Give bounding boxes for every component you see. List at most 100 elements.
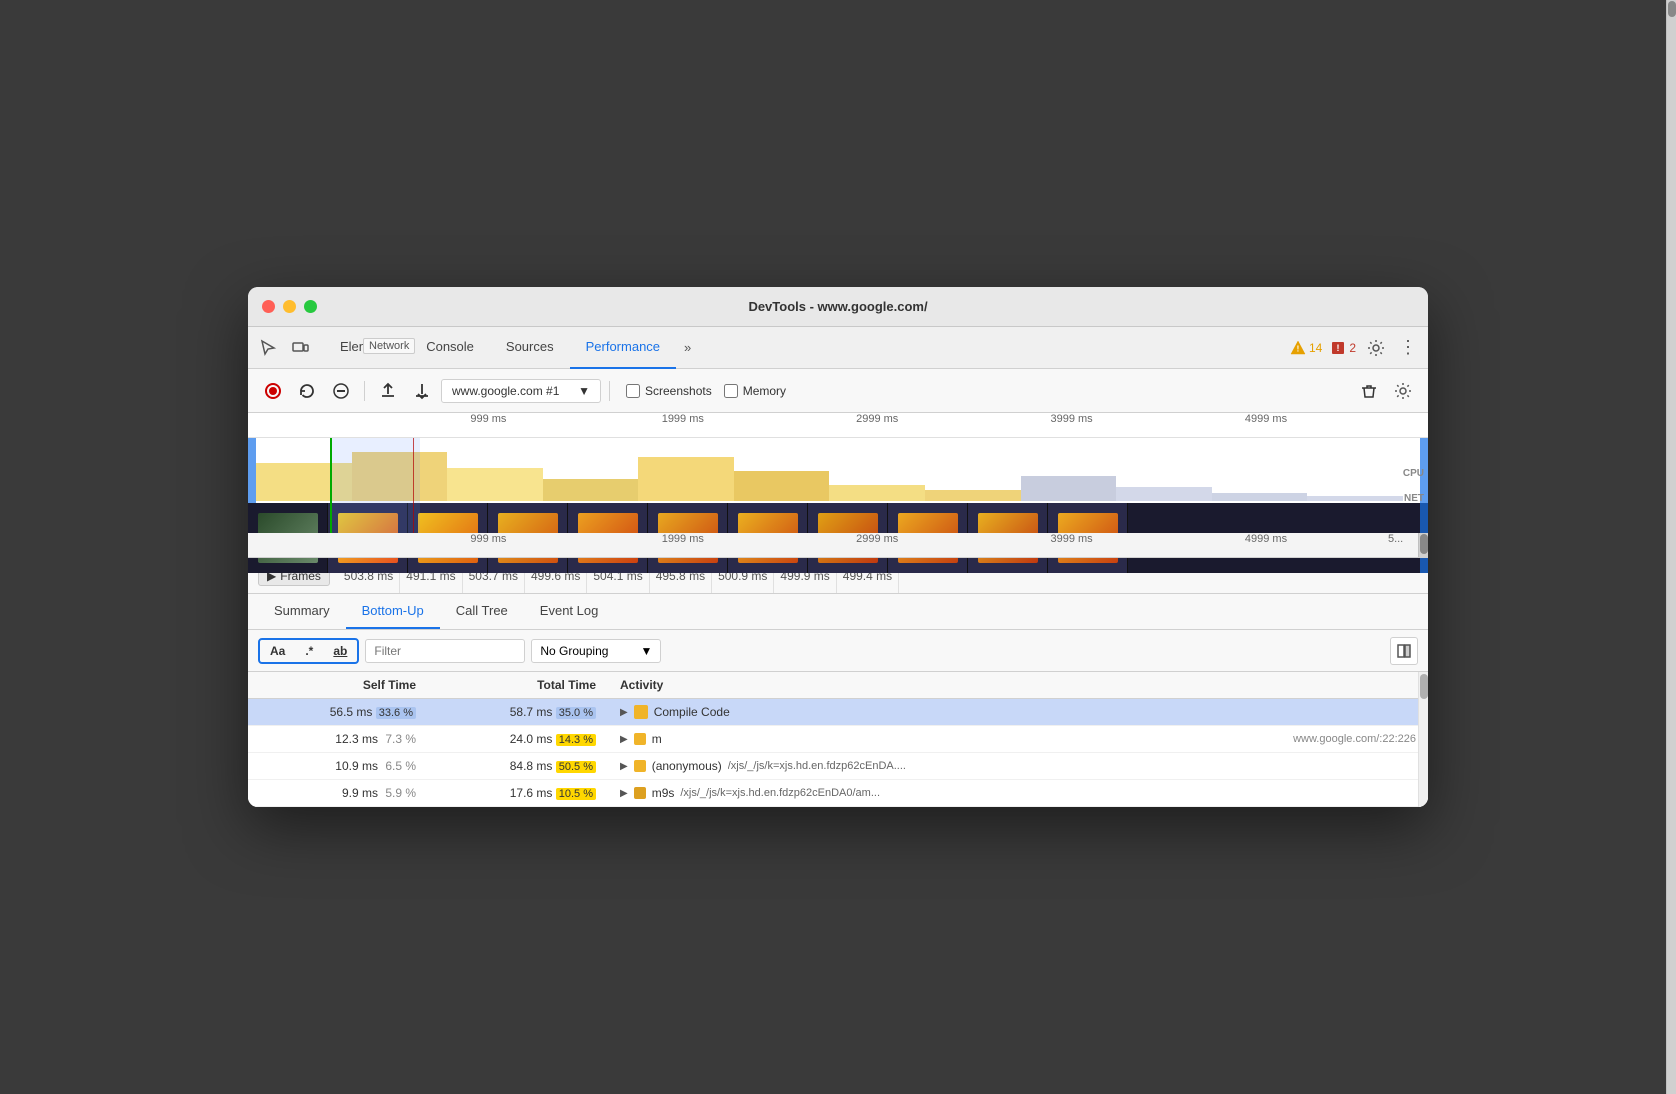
timeline-scrollbar-thumb — [1420, 534, 1428, 554]
tab-sources[interactable]: Sources — [490, 327, 570, 369]
table-header: Self Time Total Time Activity — [248, 672, 1428, 699]
expand-arrow-0[interactable]: ▶ — [620, 707, 628, 718]
maximize-button[interactable] — [304, 300, 317, 313]
tab-more[interactable]: » — [676, 340, 699, 355]
performance-toolbar: www.google.com #1 ▼ Screenshots Memory — [248, 369, 1428, 413]
reload-button[interactable] — [292, 376, 322, 406]
delete-button[interactable] — [1354, 376, 1384, 406]
cursor-icon[interactable] — [256, 336, 280, 360]
table-body: 56.5 ms 33.6 % 58.7 ms 35.0 % ▶ — [248, 699, 1428, 807]
dropdown-arrow-icon: ▼ — [578, 384, 590, 398]
col-activity[interactable]: Activity — [608, 672, 1428, 699]
record-button[interactable] — [258, 376, 288, 406]
tab-performance[interactable]: Performance — [570, 327, 676, 369]
timeline-scrollbar[interactable] — [1418, 533, 1428, 557]
svg-text:!: ! — [1337, 343, 1340, 353]
timeline-ruler-bottom: 999 ms 1999 ms 2999 ms 3999 ms 4999 ms 5… — [248, 533, 1428, 558]
grouping-dropdown-icon: ▼ — [640, 644, 652, 658]
activity-icon-3 — [634, 787, 646, 799]
filter-row-right — [1390, 637, 1418, 665]
grouping-select[interactable]: No Grouping ▼ — [531, 639, 661, 663]
timeline-cursor — [413, 438, 414, 533]
expand-arrow-1[interactable]: ▶ — [620, 734, 628, 745]
more-options-icon[interactable]: ⋮ — [1396, 336, 1420, 360]
table-scrollbar-thumb — [1420, 674, 1428, 699]
screenshots-checkbox[interactable] — [626, 384, 640, 398]
timeline-section: 999 ms 1999 ms 2999 ms 3999 ms 4999 ms C… — [248, 413, 1428, 558]
collapse-button[interactable] — [1390, 637, 1418, 665]
network-label: Network — [363, 338, 415, 354]
expand-arrow-3[interactable]: ▶ — [620, 788, 628, 799]
close-button[interactable] — [262, 300, 275, 313]
url-selector[interactable]: www.google.com #1 ▼ — [441, 379, 601, 403]
titlebar: DevTools - www.google.com/ — [248, 287, 1428, 327]
ruler-mark-5: 4999 ms — [1245, 413, 1287, 425]
filter-buttons-group: Aa .* ab — [258, 638, 359, 664]
cell-self-time-2: 10.9 ms 6.5 % — [248, 753, 428, 780]
col-self-time[interactable]: Self Time — [248, 672, 428, 699]
activity-icon-1 — [634, 733, 646, 745]
tab-bar-icons — [256, 336, 312, 360]
cell-total-time-1: 24.0 ms 14.3 % — [428, 726, 608, 753]
upload-button[interactable] — [373, 376, 403, 406]
warning-badge: ! 14 — [1290, 340, 1322, 356]
cpu-label: CPU — [1403, 468, 1424, 479]
cell-self-time-0: 56.5 ms 33.6 % — [248, 699, 428, 726]
top-tab-bar: Elements Console Sources Performance » !… — [248, 327, 1428, 369]
total-pct-2: 50.5 % — [556, 761, 596, 773]
bottom-panel: Summary Bottom-Up Call Tree Event Log Aa… — [248, 594, 1428, 807]
tab-console[interactable]: Console — [410, 327, 490, 369]
table-row: 10.9 ms 6.5 % 84.8 ms 50.5 % ▶ — [248, 753, 1428, 780]
filter-input[interactable] — [365, 639, 525, 663]
activity-icon-0 — [634, 705, 648, 719]
activity-icon-2 — [634, 760, 646, 772]
clear-button[interactable] — [326, 376, 356, 406]
ruler-mark-4: 3999 ms — [1050, 413, 1092, 425]
screenshots-checkbox-label[interactable]: Screenshots — [626, 384, 712, 398]
minimize-button[interactable] — [283, 300, 296, 313]
tab-bar-right: ! 14 ! 2 ⋮ — [1290, 336, 1420, 360]
expand-arrow-2[interactable]: ▶ — [620, 761, 628, 772]
tab-call-tree[interactable]: Call Tree — [440, 593, 524, 629]
capture-settings-button[interactable] — [1388, 376, 1418, 406]
cell-activity-3: ▶ m9s /xjs/_/js/k=xjs.hd.en.fdzp62cEnDA0… — [608, 780, 1428, 807]
activity-name-0: Compile Code — [654, 705, 730, 719]
table-row: 56.5 ms 33.6 % 58.7 ms 35.0 % ▶ — [248, 699, 1428, 726]
ruler-bottom-mark-4: 3999 ms — [1050, 533, 1092, 545]
devtools-content: Elements Console Sources Performance » !… — [248, 327, 1428, 807]
memory-checkbox[interactable] — [724, 384, 738, 398]
settings-icon[interactable] — [1364, 336, 1388, 360]
memory-checkbox-label[interactable]: Memory — [724, 384, 786, 398]
toolbar-separator-1 — [364, 381, 365, 401]
timeline-green-line — [330, 438, 332, 533]
cell-activity-1: ▶ m www.google.com/:22:226 — [608, 726, 1428, 753]
activity-content-0: ▶ Compile Code — [620, 705, 1416, 719]
regex-button[interactable]: .* — [295, 640, 323, 662]
data-table-container: Self Time Total Time Activity 56.5 ms 33… — [248, 672, 1428, 807]
ruler-bottom-mark-1: 999 ms — [470, 533, 506, 545]
activity-url-3: /xjs/_/js/k=xjs.hd.en.fdzp62cEnDA0/am... — [680, 787, 880, 799]
match-case-button[interactable]: Aa — [260, 640, 295, 662]
error-badge: ! 2 — [1330, 340, 1356, 356]
ruler-bottom-mark-6: 5... — [1388, 533, 1403, 545]
activity-name-2: (anonymous) — [652, 759, 722, 773]
cell-total-time-2: 84.8 ms 50.5 % — [428, 753, 608, 780]
tab-bottom-up[interactable]: Bottom-Up — [346, 593, 440, 629]
self-pct-3: 5.9 % — [385, 786, 416, 800]
device-icon[interactable] — [288, 336, 312, 360]
window-title: DevTools - www.google.com/ — [748, 299, 927, 314]
svg-text:!: ! — [1297, 344, 1300, 353]
cell-self-time-3: 9.9 ms 5.9 % — [248, 780, 428, 807]
activity-content-2: ▶ (anonymous) /xjs/_/js/k=xjs.hd.en.fdzp… — [620, 759, 1416, 773]
activity-content-1: ▶ m www.google.com/:22:226 — [620, 732, 1416, 746]
download-button[interactable] — [407, 376, 437, 406]
whole-word-button[interactable]: ab — [323, 640, 357, 662]
tab-event-log[interactable]: Event Log — [524, 593, 615, 629]
cell-total-time-3: 17.6 ms 10.5 % — [428, 780, 608, 807]
col-total-time[interactable]: Total Time — [428, 672, 608, 699]
activity-name-3: m9s — [652, 786, 675, 800]
toolbar-separator-2 — [609, 381, 610, 401]
tab-summary[interactable]: Summary — [258, 593, 346, 629]
table-scrollbar[interactable] — [1418, 672, 1428, 807]
ruler-bottom-mark-5: 4999 ms — [1245, 533, 1287, 545]
